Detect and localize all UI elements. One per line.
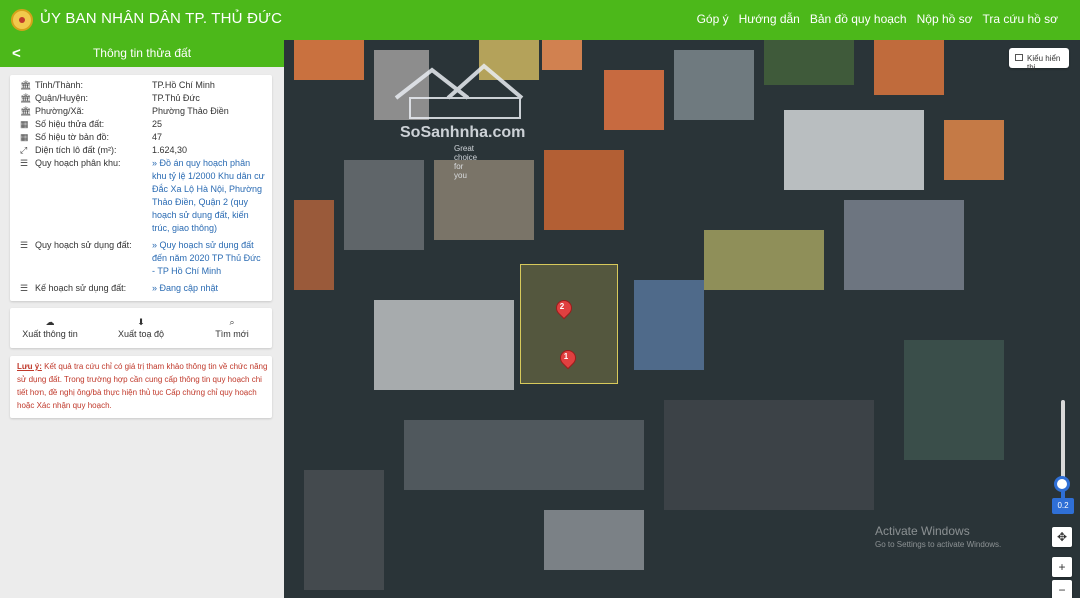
info-label: Diện tích lô đất (m²): (35, 145, 117, 155)
rooftop (434, 160, 534, 240)
rooftop (604, 70, 664, 130)
info-label: Tỉnh/Thành: (35, 80, 84, 90)
rooftop (544, 510, 644, 570)
info-label: Quy hoạch phân khu: (35, 158, 121, 168)
info-label: Quy hoạch sử dụng đất: (35, 240, 132, 250)
nav-guide[interactable]: Hướng dẫn (739, 12, 800, 26)
list-icon: ☰ (20, 283, 29, 293)
zoom-out-button[interactable]: − (1052, 580, 1072, 598)
top-header: ỦY BAN NHÂN DÂN TP. THỦ ĐỨC Góp ý Hướng … (0, 0, 1080, 40)
disclaimer-note: Lưu ý: Kết quả tra cứu chỉ có giá trị th… (10, 356, 272, 418)
note-prefix: Lưu ý: (17, 362, 42, 371)
info-label: Số hiệu tờ bản đồ: (35, 132, 109, 142)
building-icon: 🏛 (20, 80, 32, 90)
emblem-icon (11, 9, 33, 31)
expand-icon: ⤢ (20, 145, 28, 155)
rooftop (542, 40, 582, 70)
new-search-button[interactable]: ⌕ Tìm mới (192, 317, 272, 339)
info-value: TP.Thủ Đức (152, 93, 200, 103)
export-info-button[interactable]: ☁ Xuất thông tin (10, 317, 90, 339)
sidebar-header: < Thông tin thửa đất (0, 40, 284, 67)
map-icon: ▦ (20, 132, 29, 142)
rooftop (944, 120, 1004, 180)
display-mode-label: Kiểu hiển thị (1027, 54, 1061, 72)
zoom-level-badge: 0.2 (1052, 498, 1074, 514)
rooftop (544, 150, 624, 230)
info-label: Kế hoạch sử dụng đất: (35, 283, 127, 293)
export-info-label: Xuất thông tin (22, 329, 78, 339)
cloud-download-icon: ☁ (45, 317, 55, 327)
info-label: Quận/Huyện: (35, 93, 89, 103)
rooftop (294, 40, 364, 80)
land-use-schedule-link[interactable]: » Đang cập nhật (152, 282, 266, 295)
export-coords-button[interactable]: ⬇ Xuất toạ độ (101, 317, 181, 339)
new-search-label: Tìm mới (215, 329, 249, 339)
rooftop (404, 420, 644, 490)
rooftop (634, 280, 704, 370)
export-coords-label: Xuất toạ độ (117, 329, 165, 339)
search-icon: ⌕ (229, 317, 235, 327)
nav-feedback[interactable]: Góp ý (697, 12, 729, 26)
layers-icon (1015, 54, 1023, 61)
rooftop (294, 200, 334, 290)
download-icon: ⬇ (137, 317, 145, 327)
rooftop (874, 40, 944, 95)
zoom-slider-track[interactable] (1061, 400, 1065, 480)
windows-activation-notice: Activate Windows Go to Settings to activ… (875, 524, 1001, 549)
zoning-plan-link[interactable]: » Đồ án quy hoạch phân khu tỷ lệ 1/2000 … (152, 157, 266, 235)
rooftop (674, 50, 754, 120)
app-title: ỦY BAN NHÂN DÂN TP. THỦ ĐỨC (40, 10, 283, 27)
land-use-plan-link[interactable]: » Quy hoạch sử dụng đất đến năm 2020 TP … (152, 239, 266, 278)
activation-subtitle: Go to Settings to activate Windows. (875, 540, 1002, 549)
info-value: 1.624,30 (152, 145, 188, 155)
rooftop (304, 470, 384, 590)
note-body: Kết quả tra cứu chỉ có giá trị tham khảo… (17, 362, 268, 410)
list-icon: ☰ (20, 240, 29, 250)
watermark-tagline: Great choice for you (454, 144, 478, 180)
map-icon: ▦ (20, 119, 29, 129)
building-icon: 🏛 (20, 106, 32, 116)
list-icon: ☰ (20, 158, 29, 168)
parcel-info-card: 🏛 Tỉnh/Thành: TP.Hồ Chí Minh 🏛 Quận/Huyệ… (10, 75, 272, 301)
info-label: Phường/Xã: (35, 106, 84, 116)
marker-label: 1 (563, 352, 569, 361)
sidebar-title: Thông tin thửa đất (92, 46, 192, 60)
watermark-brand: SoSanhnha.com (400, 124, 526, 141)
display-mode-button[interactable]: Kiểu hiển thị (1009, 48, 1069, 72)
info-value: 25 (152, 119, 163, 129)
satellite-map[interactable]: 2 1 SoSanhnha.com Great choice for you K… (284, 40, 1080, 598)
rooftop (664, 400, 874, 510)
info-value: TP.Hồ Chí Minh (152, 80, 215, 90)
action-bar: ☁ Xuất thông tin ⬇ Xuất toạ độ ⌕ Tìm mới (10, 308, 272, 348)
activation-title: Activate Windows (875, 524, 970, 538)
pan-icon[interactable]: ✥ (1052, 527, 1072, 547)
nav-lookup-file[interactable]: Tra cứu hồ sơ (983, 12, 1058, 26)
rooftop (904, 340, 1004, 460)
nav-submit-file[interactable]: Nộp hồ sơ (917, 12, 973, 26)
main-nav: Góp ý Hướng dẫn Bản đồ quy hoạch Nộp hồ … (697, 12, 1058, 26)
rooftop (704, 230, 824, 290)
sidebar: < Thông tin thửa đất 🏛 Tỉnh/Thành: TP.Hồ… (0, 40, 284, 598)
marker-label: 2 (559, 302, 565, 311)
building-icon: 🏛 (20, 93, 32, 103)
info-label: Số hiệu thửa đất: (35, 119, 105, 129)
rooftop (374, 300, 514, 390)
zoom-slider-handle[interactable] (1054, 476, 1070, 492)
nav-planning-map[interactable]: Bản đồ quy hoạch (810, 12, 907, 26)
rooftop (344, 160, 424, 250)
zoom-in-button[interactable]: + (1052, 557, 1072, 577)
info-value: 47 (152, 132, 163, 142)
note-text: Lưu ý: Kết quả tra cứu chỉ có giá trị th… (17, 360, 269, 412)
house-logo-icon (394, 63, 524, 119)
rooftop (784, 110, 924, 190)
rooftop (764, 40, 854, 85)
info-value: Phường Thảo Điền (152, 106, 229, 116)
rooftop (844, 200, 964, 290)
